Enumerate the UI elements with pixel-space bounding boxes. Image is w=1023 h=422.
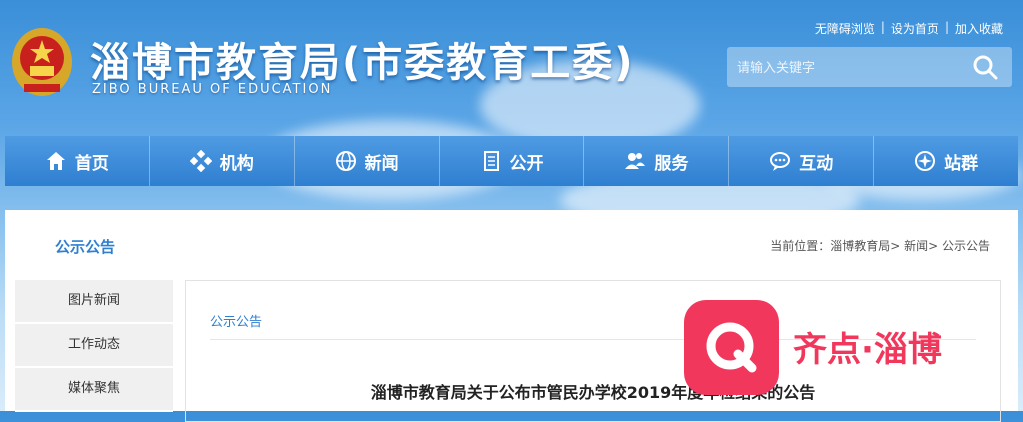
nav-interaction-label: 互动 <box>799 153 834 174</box>
watermark-logo-icon <box>684 300 779 395</box>
accessibility-link[interactable]: 无障碍浏览 <box>815 20 875 37</box>
search-input[interactable] <box>727 47 969 89</box>
site-subtitle: ZIBO BUREAU OF EDUCATION <box>92 82 333 97</box>
nav-site-group[interactable]: 站群 <box>874 136 1018 186</box>
search-icon <box>973 55 997 80</box>
nav-public[interactable]: 公开 <box>440 136 585 186</box>
search-button[interactable] <box>957 47 1012 87</box>
users-icon <box>625 153 646 169</box>
nav-home-label: 首页 <box>74 153 109 174</box>
compass-icon <box>915 151 936 171</box>
globe-icon <box>335 151 356 171</box>
sidebar-item-photo-news[interactable]: 图片新闻 <box>15 280 173 324</box>
nav-site-group-label: 站群 <box>944 153 979 174</box>
national-emblem-icon <box>10 22 74 98</box>
content-panel: 公示公告 当前位置：淄博教育局> 新闻> 公示公告 图片新闻 工作动态 媒体聚焦… <box>5 210 1018 422</box>
chat-icon <box>770 152 791 171</box>
search-box <box>727 47 1012 89</box>
nav-organization-label: 机构 <box>219 153 254 174</box>
home-icon <box>46 152 65 170</box>
sidebar-item-work-news[interactable]: 工作动态 <box>15 324 173 368</box>
nav-organization[interactable]: 机构 <box>150 136 295 186</box>
add-favorite-link[interactable]: 加入收藏 <box>955 20 1003 37</box>
set-homepage-link[interactable]: 设为首页 <box>891 20 939 37</box>
nav-public-label: 公开 <box>509 153 544 174</box>
organization-icon <box>189 150 212 172</box>
section-title: 公示公告 <box>55 238 116 256</box>
nav-news-label: 新闻 <box>364 153 399 174</box>
panel-title: 公示公告 <box>210 315 263 330</box>
nav-home[interactable]: 首页 <box>5 136 150 186</box>
document-icon <box>483 151 499 171</box>
site-title: 淄博市教育局(市委教育工委) <box>90 40 635 86</box>
watermark-text: 齐点·淄博 <box>793 330 942 370</box>
article-title: 淄博市教育局关于公布市管民办学校2019年度年检结果的公告 <box>370 383 816 402</box>
nav-service-label: 服务 <box>654 153 689 174</box>
sidebar: 图片新闻 工作动态 媒体聚焦 <box>15 280 173 412</box>
nav-service[interactable]: 服务 <box>584 136 730 186</box>
main-nav: 首页 机构 新闻 公开 服务 互动 站群 <box>5 136 1018 186</box>
top-links: 无障碍浏览 | 设为首页 | 加入收藏 <box>814 20 1003 37</box>
nav-news[interactable]: 新闻 <box>295 136 440 186</box>
nav-interaction[interactable]: 互动 <box>729 136 875 186</box>
breadcrumb: 当前位置：淄博教育局> 新闻> 公示公告 <box>770 239 990 253</box>
sidebar-item-media-focus[interactable]: 媒体聚焦 <box>15 368 173 412</box>
